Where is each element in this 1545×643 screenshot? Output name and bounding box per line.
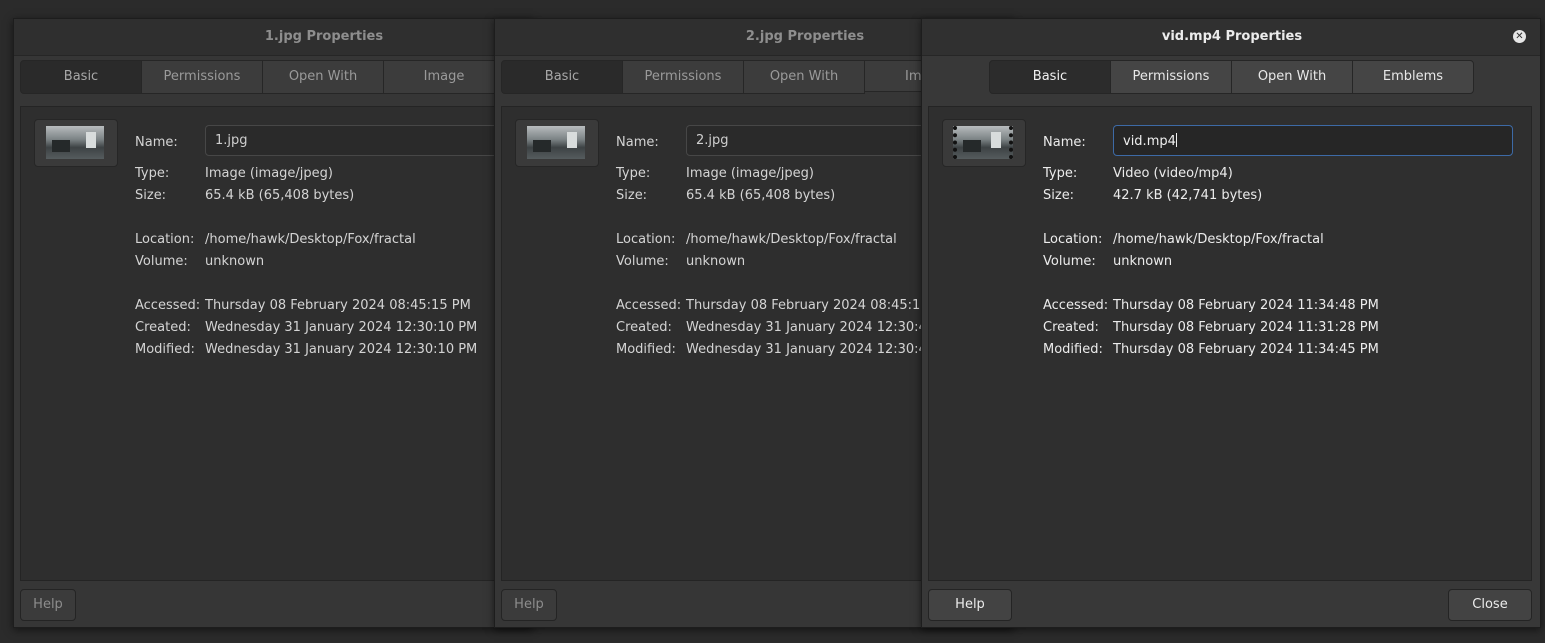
- location-label: Location:: [616, 232, 676, 247]
- size-value: 65.4 kB (65,408 bytes): [686, 188, 836, 203]
- size-value: 65.4 kB (65,408 bytes): [205, 188, 355, 203]
- accessed-label: Accessed:: [616, 298, 682, 313]
- tab-permissions[interactable]: Permissions: [622, 60, 744, 94]
- name-field-text: vid.mp4: [1123, 134, 1176, 149]
- window-title: 1.jpg Properties: [264, 29, 384, 44]
- location-value[interactable]: /home/hawk/Desktop/Fox/fractal: [686, 232, 897, 247]
- image-preview: [527, 126, 585, 159]
- tab-basic[interactable]: Basic: [501, 60, 623, 94]
- close-button[interactable]: Close: [1448, 589, 1532, 621]
- accessed-value: Thursday 08 February 2024 11:34:48 PM: [1113, 298, 1379, 313]
- created-value: Wednesday 31 January 2024 12:30:10 PM: [205, 320, 478, 335]
- tab-emblems[interactable]: Emblems: [1352, 60, 1474, 94]
- type-label: Type:: [135, 166, 170, 181]
- tab-open-with[interactable]: Open With: [1231, 60, 1353, 94]
- tab-basic[interactable]: Basic: [989, 60, 1111, 94]
- volume-label: Volume:: [616, 254, 669, 269]
- type-value: Image (image/jpeg): [686, 166, 814, 181]
- modified-value: Wednesday 31 January 2024 12:30:40: [686, 342, 936, 357]
- name-field[interactable]: 1.jpg: [205, 125, 532, 156]
- tab-image[interactable]: Image: [383, 60, 505, 94]
- location-label: Location:: [1043, 232, 1103, 247]
- volume-label: Volume:: [1043, 254, 1096, 269]
- help-button[interactable]: Help: [20, 589, 76, 621]
- location-value[interactable]: /home/hawk/Desktop/Fox/fractal: [1113, 232, 1324, 247]
- file-thumbnail[interactable]: [34, 119, 118, 167]
- location-value[interactable]: /home/hawk/Desktop/Fox/fractal: [205, 232, 416, 247]
- name-label: Name:: [135, 135, 178, 150]
- created-label: Created:: [616, 320, 672, 335]
- tab-bar: Basic Permissions Open With Im: [501, 60, 984, 94]
- file-thumbnail[interactable]: [942, 119, 1026, 167]
- video-film-icon: [953, 126, 1013, 159]
- volume-label: Volume:: [135, 254, 188, 269]
- volume-value: unknown: [686, 254, 746, 269]
- tab-basic[interactable]: Basic: [20, 60, 142, 94]
- created-label: Created:: [1043, 320, 1099, 335]
- name-label: Name:: [616, 135, 659, 150]
- name-label: Name:: [1043, 135, 1086, 150]
- help-button[interactable]: Help: [928, 589, 1012, 621]
- type-label: Type:: [616, 166, 651, 181]
- size-label: Size:: [1043, 188, 1075, 203]
- location-label: Location:: [135, 232, 195, 247]
- tab-permissions[interactable]: Permissions: [141, 60, 263, 94]
- titlebar[interactable]: vid.mp4 Properties ✕: [922, 19, 1540, 56]
- size-label: Size:: [135, 188, 167, 203]
- properties-window-vidmp4: vid.mp4 Properties ✕ Basic Permissions O…: [921, 18, 1541, 628]
- volume-value: unknown: [205, 254, 265, 269]
- modified-value: Wednesday 31 January 2024 12:30:10 PM: [205, 342, 478, 357]
- modified-label: Modified:: [616, 342, 676, 357]
- properties-window-1jpg: 1.jpg Properties Basic Permissions Open …: [13, 18, 533, 628]
- tab-open-with[interactable]: Open With: [743, 60, 865, 94]
- type-label: Type:: [1043, 166, 1078, 181]
- tab-permissions[interactable]: Permissions: [1110, 60, 1232, 94]
- type-value: Image (image/jpeg): [205, 166, 333, 181]
- basic-panel: Name: 1.jpg Type: Image (image/jpeg) Siz…: [20, 106, 532, 581]
- size-value: 42.7 kB (42,741 bytes): [1113, 188, 1263, 203]
- file-thumbnail[interactable]: [515, 119, 599, 167]
- modified-label: Modified:: [1043, 342, 1103, 357]
- created-label: Created:: [135, 320, 191, 335]
- text-cursor: [1175, 133, 1177, 147]
- accessed-label: Accessed:: [135, 298, 201, 313]
- image-preview: [46, 126, 104, 159]
- tab-bar: Basic Permissions Open With Image: [20, 60, 505, 94]
- basic-panel: Name: vid.mp4 Type: Video (video/mp4) Si…: [928, 106, 1532, 581]
- created-value: Thursday 08 February 2024 11:31:28 PM: [1113, 320, 1379, 335]
- close-icon[interactable]: ✕: [1513, 30, 1526, 43]
- volume-value: unknown: [1113, 254, 1173, 269]
- accessed-value: Thursday 08 February 2024 08:45:15 P: [686, 298, 941, 313]
- accessed-value: Thursday 08 February 2024 08:45:15 PM: [205, 298, 471, 313]
- help-button[interactable]: Help: [501, 589, 557, 621]
- modified-label: Modified:: [135, 342, 195, 357]
- accessed-label: Accessed:: [1043, 298, 1109, 313]
- size-label: Size:: [616, 188, 648, 203]
- titlebar[interactable]: 1.jpg Properties: [14, 19, 532, 56]
- name-field[interactable]: vid.mp4: [1113, 125, 1513, 156]
- tab-bar: Basic Permissions Open With Emblems: [989, 60, 1474, 94]
- window-title: vid.mp4 Properties: [1161, 29, 1303, 44]
- tab-open-with[interactable]: Open With: [262, 60, 384, 94]
- created-value: Wednesday 31 January 2024 12:30:40: [686, 320, 936, 335]
- type-value: Video (video/mp4): [1113, 166, 1233, 181]
- modified-value: Thursday 08 February 2024 11:34:45 PM: [1113, 342, 1379, 357]
